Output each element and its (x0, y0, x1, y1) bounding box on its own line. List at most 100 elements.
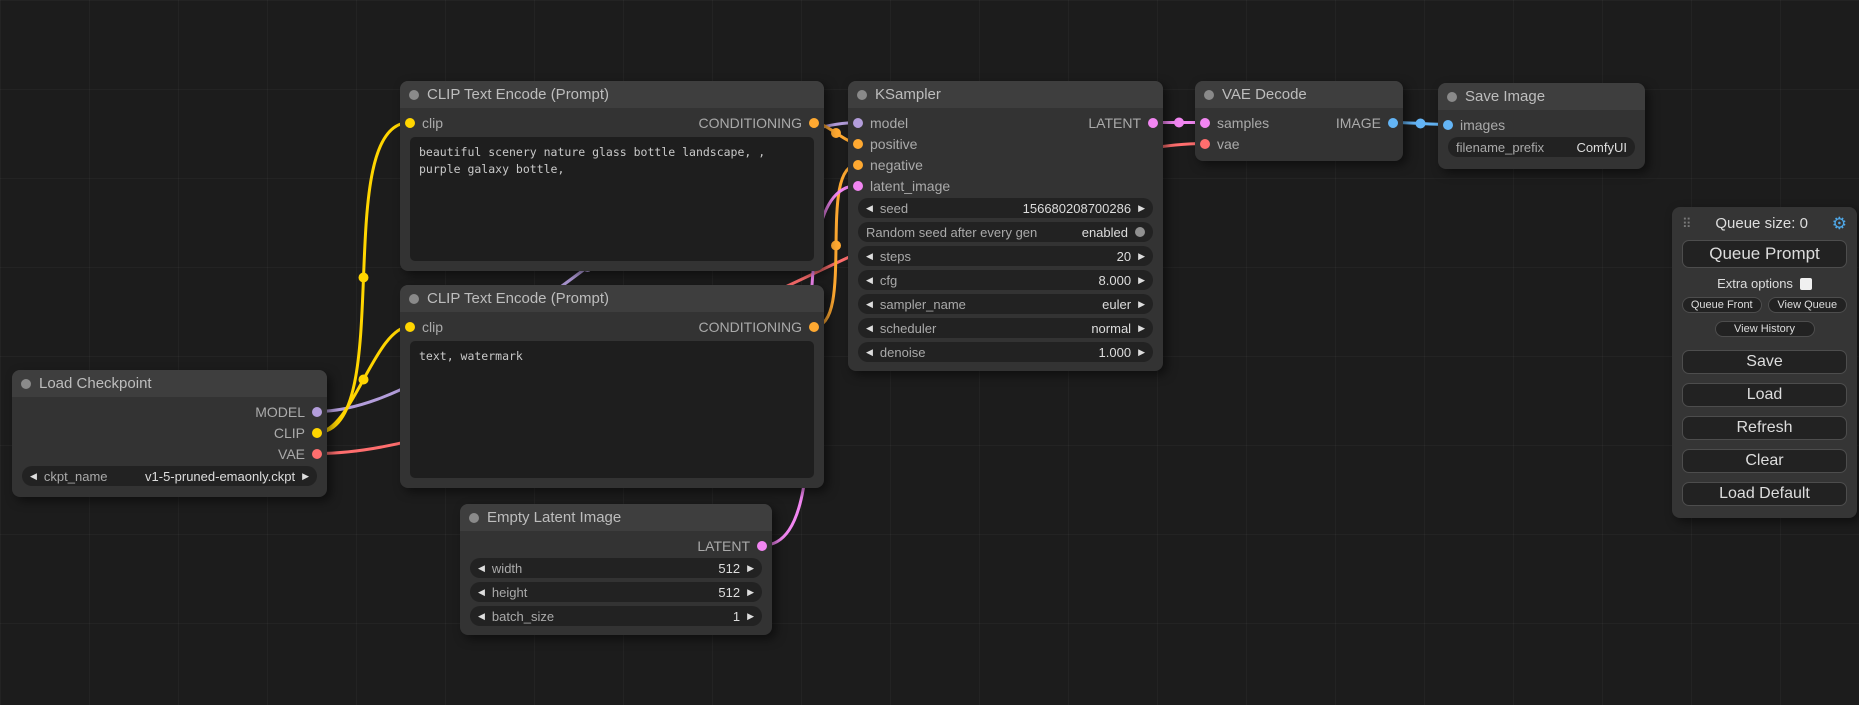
node-titlebar[interactable]: VAE Decode (1195, 81, 1403, 108)
widget-height[interactable]: ◀ height 512 ▶ (470, 582, 762, 602)
node-clip-text-encode-positive[interactable]: CLIP Text Encode (Prompt) clip CONDITION… (400, 81, 824, 271)
latent-output-dot[interactable] (1148, 118, 1158, 128)
queue-front-button[interactable]: Queue Front (1682, 297, 1762, 313)
image-output-dot[interactable] (1388, 118, 1398, 128)
widget-cfg[interactable]: ◀ cfg 8.000 ▶ (858, 270, 1153, 290)
save-button[interactable]: Save (1682, 350, 1847, 374)
settings-gear-icon[interactable]: ⚙ (1832, 215, 1847, 232)
collapse-dot-icon[interactable] (469, 513, 479, 523)
widget-value: 512 (718, 585, 740, 600)
conditioning-output-dot[interactable] (809, 118, 819, 128)
node-vae-decode[interactable]: VAE Decode samples IMAGE vae (1195, 81, 1403, 161)
input-label-positive: positive (870, 136, 917, 152)
negative-input-dot[interactable] (853, 160, 863, 170)
collapse-dot-icon[interactable] (857, 90, 867, 100)
widget-label: seed (880, 201, 908, 216)
drag-handle-icon[interactable]: ⠿ (1682, 217, 1692, 230)
collapse-dot-icon[interactable] (1204, 90, 1214, 100)
decrement-arrow-icon[interactable]: ◀ (866, 252, 873, 261)
decrement-arrow-icon[interactable]: ◀ (866, 204, 873, 213)
load-default-button[interactable]: Load Default (1682, 482, 1847, 506)
slot-row: VAE (12, 443, 327, 464)
decrement-arrow-icon[interactable]: ◀ (866, 300, 873, 309)
vae-output-dot[interactable] (312, 449, 322, 459)
latent-output-dot[interactable] (757, 541, 767, 551)
widget-sampler-name[interactable]: ◀ sampler_name euler ▶ (858, 294, 1153, 314)
node-titlebar[interactable]: Save Image (1438, 83, 1645, 110)
model-output-dot[interactable] (312, 407, 322, 417)
load-button[interactable]: Load (1682, 383, 1847, 407)
random-seed-toggle-dot[interactable] (1135, 227, 1145, 237)
increment-arrow-icon[interactable]: ▶ (1138, 300, 1145, 309)
collapse-dot-icon[interactable] (1447, 92, 1457, 102)
widget-random-seed[interactable]: Random seed after every gen enabled (858, 222, 1153, 242)
input-label-clip: clip (422, 115, 443, 131)
collapse-dot-icon[interactable] (21, 379, 31, 389)
decrement-arrow-icon[interactable]: ◀ (866, 276, 873, 285)
widget-value: enabled (1082, 225, 1128, 240)
positive-input-dot[interactable] (853, 139, 863, 149)
clear-button[interactable]: Clear (1682, 449, 1847, 473)
node-empty-latent-image[interactable]: Empty Latent Image LATENT ◀ width 512 ▶ … (460, 504, 772, 635)
widget-steps[interactable]: ◀ steps 20 ▶ (858, 246, 1153, 266)
decrement-arrow-icon[interactable]: ◀ (866, 348, 873, 357)
widget-ckpt-name[interactable]: ◀ ckpt_name v1-5-pruned-emaonly.ckpt ▶ (22, 466, 317, 486)
increment-arrow-icon[interactable]: ▶ (1138, 252, 1145, 261)
node-title: KSampler (875, 86, 941, 103)
view-queue-button[interactable]: View Queue (1768, 297, 1848, 313)
widget-denoise[interactable]: ◀ denoise 1.000 ▶ (858, 342, 1153, 362)
widget-batch-size[interactable]: ◀ batch_size 1 ▶ (470, 606, 762, 626)
decrement-arrow-icon[interactable]: ◀ (478, 612, 485, 621)
node-titlebar[interactable]: CLIP Text Encode (Prompt) (400, 81, 824, 108)
increment-arrow-icon[interactable]: ▶ (1138, 324, 1145, 333)
conditioning-output-dot[interactable] (809, 322, 819, 332)
queue-prompt-button[interactable]: Queue Prompt (1682, 240, 1847, 268)
node-load-checkpoint[interactable]: Load Checkpoint MODEL CLIP VAE (12, 370, 327, 497)
images-input-dot[interactable] (1443, 120, 1453, 130)
increment-arrow-icon[interactable]: ▶ (1138, 276, 1145, 285)
extra-options-checkbox[interactable] (1800, 278, 1812, 290)
widget-width[interactable]: ◀ width 512 ▶ (470, 558, 762, 578)
prompt-textarea[interactable]: text, watermark (410, 341, 814, 478)
node-title: Load Checkpoint (39, 375, 152, 392)
latent-image-input-dot[interactable] (853, 181, 863, 191)
increment-arrow-icon[interactable]: ▶ (747, 564, 754, 573)
model-input-dot[interactable] (853, 118, 863, 128)
node-titlebar[interactable]: KSampler (848, 81, 1163, 108)
widget-label: ckpt_name (44, 469, 108, 484)
decrement-arrow-icon[interactable]: ◀ (866, 324, 873, 333)
samples-input-dot[interactable] (1200, 118, 1210, 128)
widget-filename-prefix[interactable]: filename_prefix ComfyUI (1448, 137, 1635, 157)
node-titlebar[interactable]: Load Checkpoint (12, 370, 327, 397)
decrement-arrow-icon[interactable]: ◀ (478, 588, 485, 597)
node-titlebar[interactable]: CLIP Text Encode (Prompt) (400, 285, 824, 312)
widget-value: 20 (1117, 249, 1131, 264)
node-clip-text-encode-negative[interactable]: CLIP Text Encode (Prompt) clip CONDITION… (400, 285, 824, 488)
increment-arrow-icon[interactable]: ▶ (747, 612, 754, 621)
refresh-button[interactable]: Refresh (1682, 416, 1847, 440)
node-graph-canvas[interactable]: Load Checkpoint MODEL CLIP VAE (0, 0, 1859, 705)
node-titlebar[interactable]: Empty Latent Image (460, 504, 772, 531)
clip-input-dot[interactable] (405, 118, 415, 128)
queue-panel-header[interactable]: ⠿ Queue size: 0 ⚙ (1682, 215, 1847, 232)
decrement-arrow-icon[interactable]: ◀ (478, 564, 485, 573)
node-save-image[interactable]: Save Image images filename_prefix ComfyU… (1438, 83, 1645, 169)
node-ksampler[interactable]: KSampler model LATENT positive (848, 81, 1163, 371)
increment-arrow-icon[interactable]: ▶ (1138, 204, 1145, 213)
vae-input-dot[interactable] (1200, 139, 1210, 149)
slot-row: model LATENT (848, 112, 1163, 133)
output-label-vae: VAE (278, 446, 305, 462)
widget-seed[interactable]: ◀ seed 156680208700286 ▶ (858, 198, 1153, 218)
clip-output-dot[interactable] (312, 428, 322, 438)
clip-input-dot[interactable] (405, 322, 415, 332)
increment-arrow-icon[interactable]: ▶ (1138, 348, 1145, 357)
increment-arrow-icon[interactable]: ▶ (302, 472, 309, 481)
widget-scheduler[interactable]: ◀ scheduler normal ▶ (858, 318, 1153, 338)
collapse-dot-icon[interactable] (409, 294, 419, 304)
prompt-textarea[interactable]: beautiful scenery nature glass bottle la… (410, 137, 814, 261)
increment-arrow-icon[interactable]: ▶ (747, 588, 754, 597)
view-history-button[interactable]: View History (1715, 321, 1815, 337)
decrement-arrow-icon[interactable]: ◀ (30, 472, 37, 481)
collapse-dot-icon[interactable] (409, 90, 419, 100)
widget-value: 156680208700286 (1023, 201, 1131, 216)
